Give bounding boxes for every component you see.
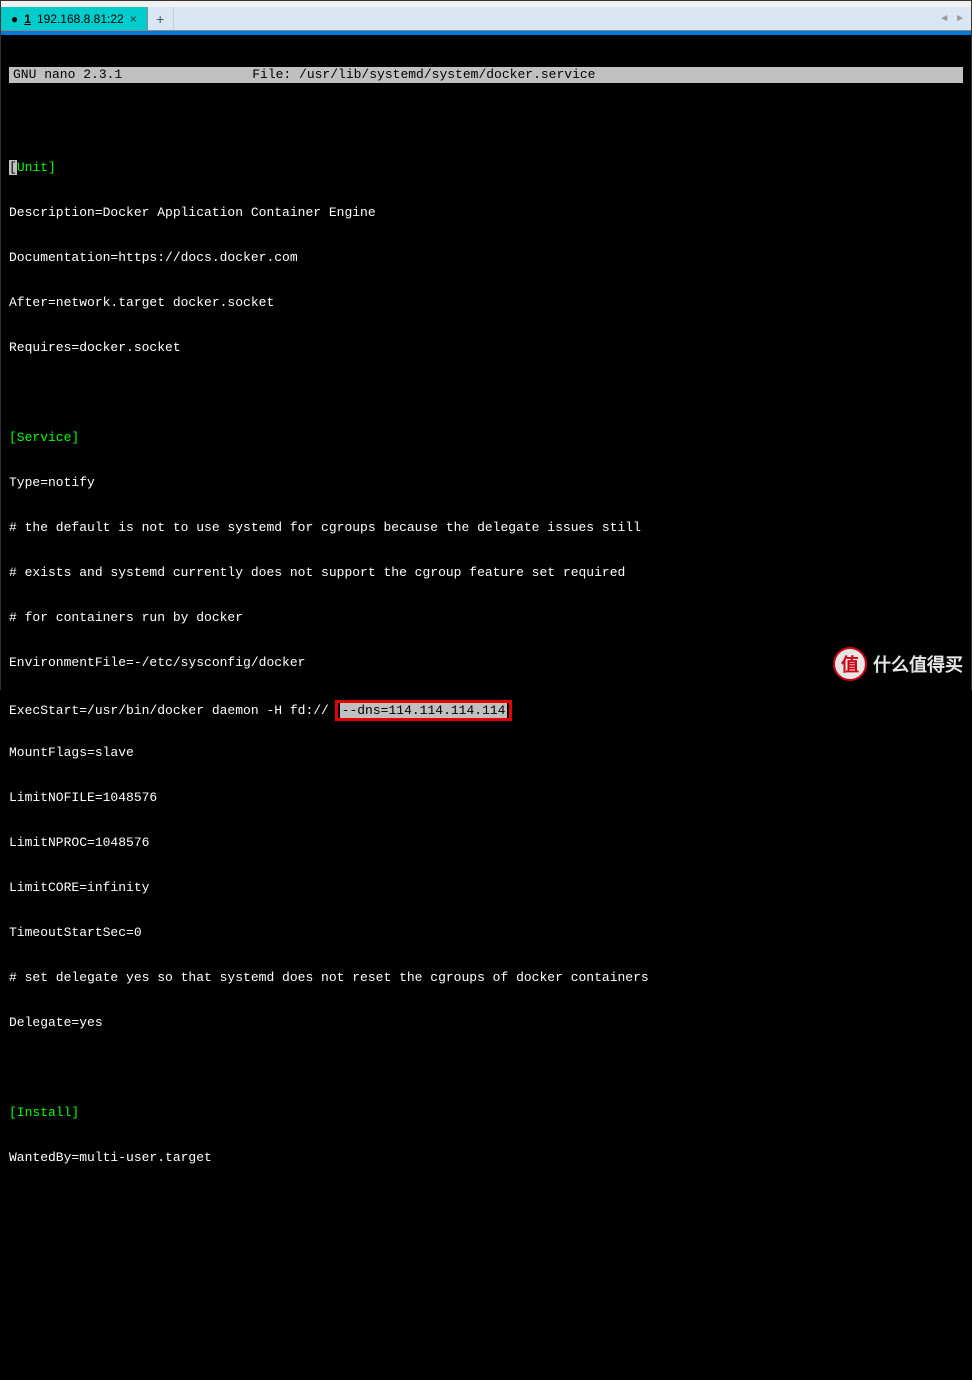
file-line: # exists and systemd currently does not … [9, 565, 963, 580]
section-service: [Service] [9, 430, 963, 445]
nano-file-label: File: /usr/lib/systemd/system/docker.ser… [122, 67, 959, 83]
dot-icon: ● [11, 12, 18, 26]
nano-header-bar: GNU nano 2.3.1 File: /usr/lib/systemd/sy… [9, 67, 963, 83]
file-line: LimitNOFILE=1048576 [9, 790, 963, 805]
tab-bar: ● 1 192.168.8.81:22 × + ◄ ► [1, 7, 971, 31]
dns-option: --dns=114.114.114.114 [340, 703, 508, 718]
file-line: WantedBy=multi-user.target [9, 1150, 963, 1165]
file-line: TimeoutStartSec=0 [9, 925, 963, 940]
file-line: LimitNPROC=1048576 [9, 835, 963, 850]
new-tab-button[interactable]: + [148, 7, 174, 30]
editor-content[interactable]: [Unit] Description=Docker Application Co… [1, 130, 971, 1380]
section-unit: Unit] [17, 160, 56, 175]
blank-line [9, 1195, 963, 1210]
tab-nav: ◄ ► [933, 7, 971, 30]
bracket-open: [ [9, 160, 17, 175]
file-line: MountFlags=slave [9, 745, 963, 760]
exec-prefix: ExecStart=/usr/bin/docker daemon -H fd:/… [9, 703, 337, 718]
file-line: LimitCORE=infinity [9, 880, 963, 895]
file-line [9, 385, 963, 400]
nano-title: GNU nano 2.3.1 [13, 67, 122, 83]
file-line: # the default is not to use systemd for … [9, 520, 963, 535]
file-line: EnvironmentFile=-/etc/sysconfig/docker [9, 655, 963, 670]
blank-line [9, 1240, 963, 1255]
file-line: Type=notify [9, 475, 963, 490]
close-icon[interactable]: × [130, 12, 137, 26]
blank-line [9, 1330, 963, 1345]
tab-title: 192.168.8.81:22 [37, 12, 124, 26]
file-line: Description=Docker Application Container… [9, 205, 963, 220]
file-line [9, 1060, 963, 1075]
file-line: After=network.target docker.socket [9, 295, 963, 310]
file-line: Requires=docker.socket [9, 340, 963, 355]
dns-highlight-box: --dns=114.114.114.114 [335, 700, 513, 721]
arrow-left-icon[interactable]: ◄ [939, 13, 949, 24]
terminal-tab[interactable]: ● 1 192.168.8.81:22 × [1, 7, 148, 30]
file-line: Documentation=https://docs.docker.com [9, 250, 963, 265]
file-line: Delegate=yes [9, 1015, 963, 1030]
section-install: [Install] [9, 1105, 963, 1120]
file-line: # for containers run by docker [9, 610, 963, 625]
blank-line [9, 1375, 963, 1380]
arrow-right-icon[interactable]: ► [955, 13, 965, 24]
tab-number: 1 [24, 12, 31, 26]
file-line: # set delegate yes so that systemd does … [9, 970, 963, 985]
blank-line [9, 1285, 963, 1300]
exec-start-line: ExecStart=/usr/bin/docker daemon -H fd:/… [9, 700, 963, 715]
terminal-output[interactable]: GNU nano 2.3.1 File: /usr/lib/systemd/sy… [1, 35, 971, 1380]
